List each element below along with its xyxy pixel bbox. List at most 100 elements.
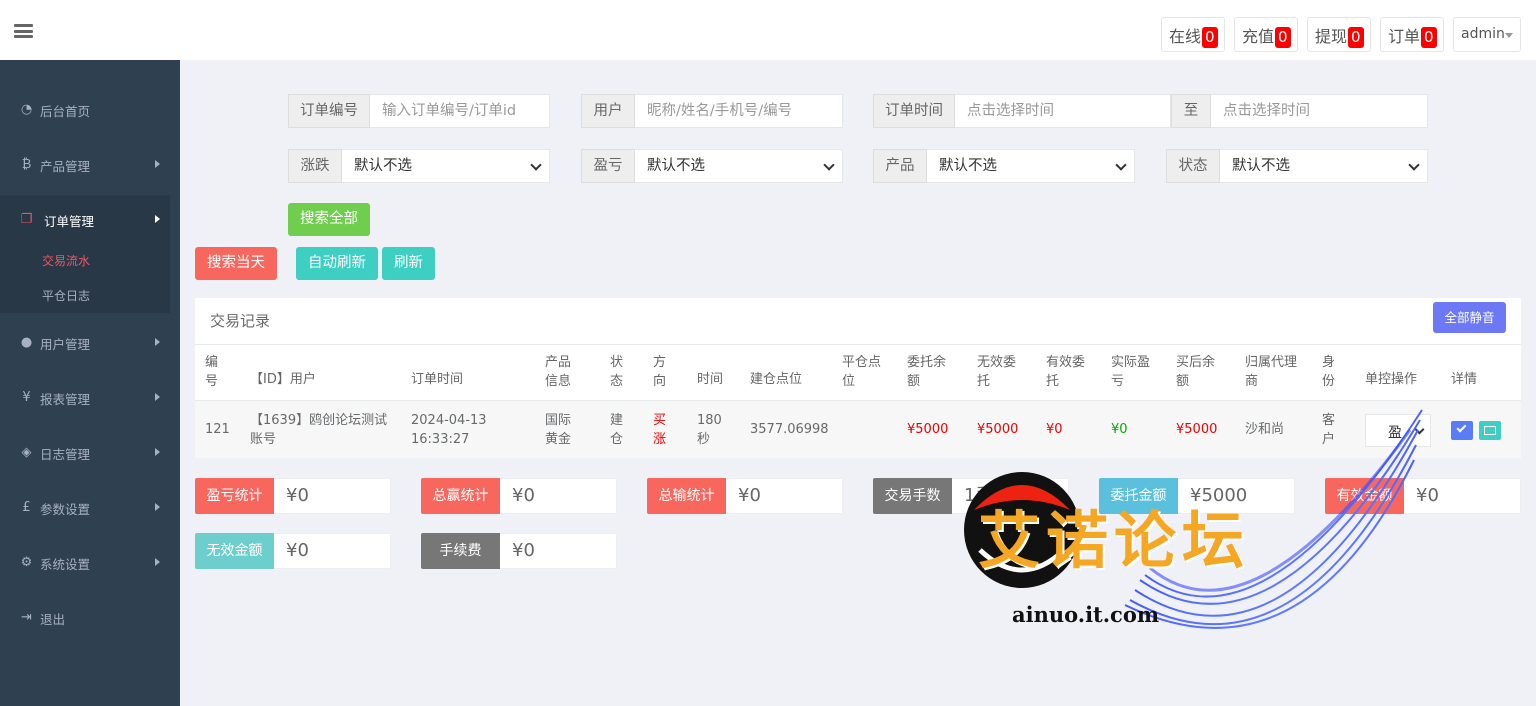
table-row: 121 【1639】鸥创论坛测试账号 2024-04-13 16:33:27 国… [195,401,1521,458]
sidebar-group-orders: ❐ 订单管理 交易流水 平仓日志 [0,195,170,313]
sidebar-item-products[interactable]: ₿ 产品管理 [0,138,180,190]
sidebar-item-label: 参数设置 [40,502,91,517]
stat-label: 委托金额 [1099,478,1178,514]
column-header: 详情 [1451,372,1478,387]
sidebar-subitem-trade-flow[interactable]: 交易流水 [42,252,90,269]
cell-user: 【1639】鸥创论坛测试账号 [250,413,388,447]
bitcoin-icon: ₿ [21,157,32,172]
pound-icon: £ [22,500,31,515]
single-control-select[interactable]: 盈 [1365,414,1431,447]
caret-right-icon [155,393,160,401]
menu-toggle-icon[interactable] [14,24,33,38]
stat-value: 1手 [952,478,1069,514]
stat-label: 订单 [1388,27,1421,46]
sidebar-item-system[interactable]: ⚙ 系统设置 [0,536,180,588]
recharge-count-badge[interactable]: 充值 0 [1234,17,1298,52]
stat-count: 0 [1348,27,1364,48]
column-header: 方向 [653,355,667,389]
sidebar-item-dashboard[interactable]: ◔ 后台首页 [0,83,180,135]
end-time-filter: 至 点击选择时间 [1171,94,1428,128]
column-header: 单控操作 [1365,372,1418,387]
cell-invalid-entrust: ¥5000 [977,422,1019,437]
stat-value: ¥0 [1404,478,1521,514]
details-icon [1484,426,1496,435]
column-header: 身份 [1322,355,1336,389]
start-time-input[interactable]: 点击选择时间 [955,94,1171,128]
stat-value: ¥0 [500,533,617,569]
cell-entrust-balance: ¥5000 [907,422,949,437]
column-header: 【ID】用户 [250,372,316,387]
column-header: 时间 [697,372,724,387]
stat-label: 手续费 [421,533,500,569]
copy-icon: ❐ [20,212,33,227]
filter-label: 订单编号 [288,94,370,128]
profit-loss-select[interactable]: 默认不选 [635,149,843,183]
mute-all-button[interactable]: 全部静音 [1433,302,1506,333]
stat-label: 总输统计 [647,478,726,514]
profit-loss-stat: 盈亏统计 ¥0 [195,478,391,514]
cell-status: 建仓 [610,413,624,447]
trade-records-panel: 交易记录 全部静音 编号 【ID】用户 订单时间 产品信息 状态 方向 时间 建… [195,298,1521,458]
sign-out-icon: ⇥ [21,610,32,625]
order-no-input[interactable]: 输入订单编号/订单id [370,94,550,128]
stat-value: ¥5000 [1178,478,1295,514]
stat-count: 0 [1202,27,1218,48]
sidebar-item-logout[interactable]: ⇥ 退出 [0,591,180,643]
user-icon: ● [20,335,33,350]
user-menu-dropdown[interactable]: admin [1453,17,1521,52]
user-search-input[interactable]: 昵称/姓名/手机号/编号 [635,94,843,128]
column-header: 有效委托 [1046,355,1086,389]
username: admin [1461,26,1505,42]
caret-right-icon [155,503,160,511]
status-filter: 状态 默认不选 [1166,149,1428,183]
cell-actual-pnl: ¥0 [1111,422,1128,437]
sidebar-item-label: 产品管理 [40,159,91,174]
order-count-badge[interactable]: 订单 0 [1380,17,1444,52]
filter-label: 用户 [581,94,635,128]
sidebar-item-orders[interactable]: ❐ 订单管理 [0,193,170,245]
filter-label: 产品 [873,149,927,183]
stat-label: 交易手数 [873,478,952,514]
confirm-button[interactable] [1451,421,1473,440]
status-select[interactable]: 默认不选 [1220,149,1428,183]
search-all-button[interactable]: 搜索全部 [288,203,370,236]
cell-open-price: 3577.06998 [750,422,829,437]
stat-count: 0 [1275,27,1291,48]
stat-label: 充值 [1242,27,1275,46]
sidebar-item-label: 用户管理 [40,337,91,352]
tag-icon: ◈ [21,445,32,460]
yen-icon: ¥ [22,390,31,405]
gears-icon: ⚙ [20,555,33,570]
profit-loss-filter: 盈亏 默认不选 [581,149,843,183]
column-header: 实际盈亏 [1111,355,1151,389]
sidebar-item-label: 退出 [40,612,66,627]
online-count-badge[interactable]: 在线 0 [1161,17,1225,52]
sidebar-item-reports[interactable]: ¥ 报表管理 [0,371,180,423]
end-time-input[interactable]: 点击选择时间 [1211,94,1428,128]
cell-id: 121 [205,422,230,437]
column-header: 状态 [610,355,624,389]
refresh-button[interactable]: 刷新 [382,247,435,280]
watermark-url: ainuo.it.com [1012,602,1160,627]
sidebar-item-params[interactable]: £ 参数设置 [0,481,180,533]
search-today-button[interactable]: 搜索当天 [195,247,277,280]
cell-direction: 买涨 [653,413,667,447]
rise-fall-select[interactable]: 默认不选 [342,149,550,183]
sidebar-subitem-close-log[interactable]: 平仓日志 [42,287,90,304]
auto-refresh-button[interactable]: 自动刷新 [296,247,378,280]
valid-amount-stat: 有效金额 ¥0 [1325,478,1521,514]
table-header: 编号 【ID】用户 订单时间 产品信息 状态 方向 时间 建仓点位 平仓点位 委… [195,344,1521,401]
cell-valid-entrust: ¥0 [1046,422,1063,437]
sidebar-item-users[interactable]: ● 用户管理 [0,316,180,368]
product-select[interactable]: 默认不选 [927,149,1135,183]
stat-value: ¥0 [726,478,843,514]
withdraw-count-badge[interactable]: 提现 0 [1307,17,1371,52]
column-header: 建仓点位 [750,372,803,387]
details-button[interactable] [1479,421,1501,440]
invalid-amount-stat: 无效金额 ¥0 [195,533,391,569]
cell-duration: 180秒 [697,413,722,447]
filter-label: 至 [1171,94,1211,128]
filter-label: 盈亏 [581,149,635,183]
column-header: 无效委托 [977,355,1017,389]
sidebar-item-logs[interactable]: ◈ 日志管理 [0,426,180,478]
